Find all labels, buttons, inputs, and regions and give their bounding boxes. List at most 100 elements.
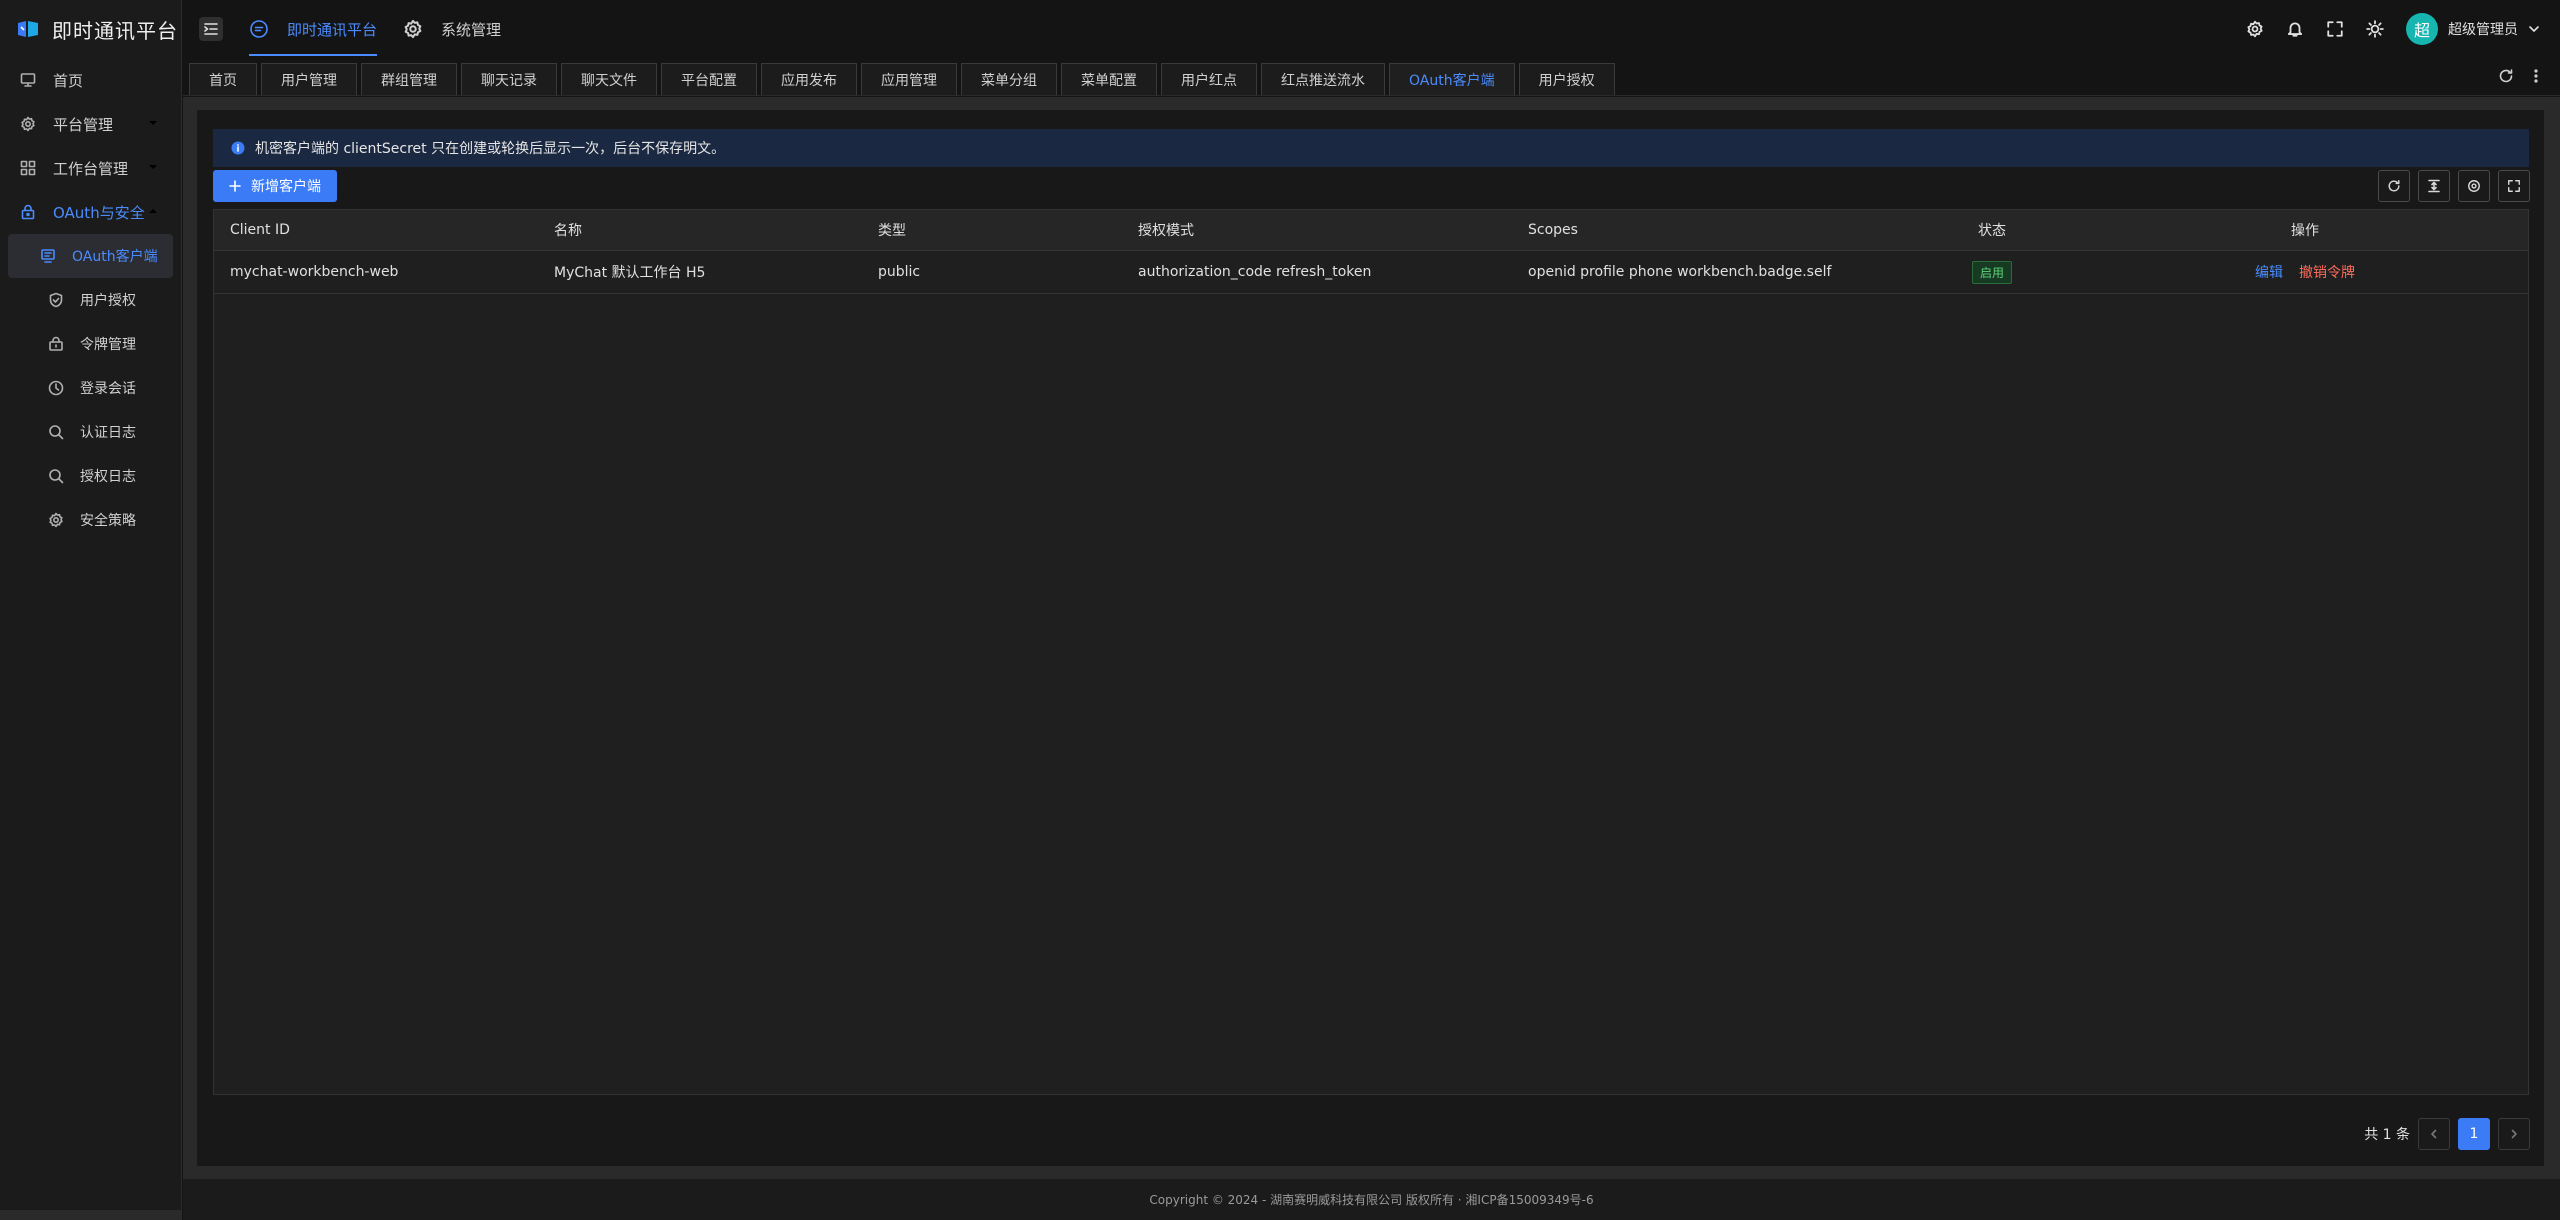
sidebar: 即时通讯平台 首页 平台管理 工作台管理 OAuth与安全 OAuth客户端 用…: [0, 0, 182, 1220]
density-button[interactable]: [2418, 170, 2450, 202]
user-name: 超级管理员: [2448, 22, 2518, 38]
tab-menu-group[interactable]: 菜单分组: [961, 63, 1057, 95]
page-button[interactable]: 1: [2458, 1118, 2490, 1150]
sidebar-item-label: 用户授权: [80, 293, 136, 309]
sidebar-item-grant-log[interactable]: 授权日志: [8, 454, 173, 498]
sidebar-item-token[interactable]: 令牌管理: [8, 322, 173, 366]
sidebar-item-user-authorization[interactable]: 用户授权: [8, 278, 173, 322]
cell-grant-types: authorization_code refresh_token: [1138, 264, 1372, 280]
info-icon: [231, 141, 245, 155]
search-icon: [48, 424, 64, 440]
edit-link[interactable]: 编辑: [2255, 262, 2283, 282]
tab-platform-config[interactable]: 平台配置: [661, 63, 757, 95]
column-height-icon: [2427, 179, 2441, 193]
monitor-icon: [20, 72, 36, 88]
sidebar-item-oauth-client[interactable]: OAuth客户端: [8, 234, 173, 278]
info-alert: 机密客户端的 clientSecret 只在创建或轮换后显示一次，后台不保存明文…: [213, 129, 2529, 167]
refresh-icon: [2387, 179, 2401, 193]
total-count: 共 1 条: [2364, 1127, 2410, 1143]
more-vertical-icon[interactable]: [2528, 68, 2544, 84]
fullscreen-button[interactable]: [2498, 170, 2530, 202]
top-tab-im-platform[interactable]: 即时通讯平台: [249, 0, 378, 58]
sidebar-item-label: 平台管理: [53, 115, 114, 134]
revoke-token-link[interactable]: 撤销令牌: [2299, 262, 2355, 282]
cell-type: public: [878, 264, 921, 280]
sidebar-item-label: 安全策略: [80, 513, 136, 529]
tab-user-authorization[interactable]: 用户授权: [1518, 63, 1615, 95]
tab-chat-files[interactable]: 聊天文件: [561, 63, 657, 95]
sidebar-item-label: OAuth客户端: [72, 249, 158, 265]
sidebar-item-workbench[interactable]: 工作台管理: [0, 146, 181, 190]
client-table: Client ID 名称 类型 授权模式 Scopes 状态 操作 mychat…: [213, 209, 2529, 1095]
plus-icon: [229, 180, 241, 192]
prev-page-button[interactable]: [2418, 1118, 2450, 1150]
column-settings-button[interactable]: [2458, 170, 2490, 202]
grid-icon: [20, 160, 36, 176]
tab-group-management[interactable]: 群组管理: [361, 63, 457, 95]
cell-actions: 编辑 撤销令牌: [2082, 262, 2528, 282]
sidebar-item-oauth-security[interactable]: OAuth与安全: [0, 190, 181, 234]
table-header: Client ID 名称 类型 授权模式 Scopes 状态 操作: [214, 210, 2528, 251]
column-header: 状态: [1978, 223, 2006, 239]
top-tab-system[interactable]: 系统管理: [403, 0, 501, 58]
status-badge: 启用: [1971, 260, 2012, 284]
shield-icon: [48, 292, 64, 308]
sidebar-item-label: OAuth与安全: [53, 203, 145, 222]
sidebar-item-label: 令牌管理: [80, 337, 136, 353]
fullscreen-icon: [2507, 179, 2521, 193]
refresh-icon[interactable]: [2498, 68, 2514, 84]
top-header: 即时通讯平台 系统管理 超 超级管理员: [183, 0, 2560, 58]
tabs-tools: [2498, 68, 2544, 84]
sidebar-item-security-policy[interactable]: 安全策略: [8, 498, 173, 542]
menu-fold-icon: [204, 22, 218, 36]
column-header: Client ID: [230, 222, 290, 238]
avatar: 超: [2406, 13, 2438, 45]
clock-icon: [48, 380, 64, 396]
chevron-down-icon: [2528, 23, 2540, 35]
client-icon: [40, 248, 56, 264]
settings-icon: [2467, 179, 2481, 193]
cell-scopes: openid profile phone workbench.badge.sel…: [1528, 264, 1832, 280]
sun-icon[interactable]: [2366, 20, 2384, 38]
add-client-button[interactable]: 新增客户端: [213, 170, 337, 202]
user-menu[interactable]: 超 超级管理员: [2406, 13, 2540, 45]
sidebar-item-login-session[interactable]: 登录会话: [8, 366, 173, 410]
settings-icon[interactable]: [2246, 20, 2264, 38]
pagination: 共 1 条 1: [2364, 1118, 2530, 1150]
tab-menu-config[interactable]: 菜单配置: [1061, 63, 1157, 95]
sidebar-item-label: 首页: [53, 71, 84, 90]
fullscreen-icon[interactable]: [2326, 20, 2344, 38]
bell-icon[interactable]: [2286, 20, 2304, 38]
tab-user-badge[interactable]: 用户红点: [1161, 63, 1257, 95]
chevron-up-icon: [147, 205, 159, 217]
tab-user-management[interactable]: 用户管理: [261, 63, 357, 95]
cell-status: 启用: [1902, 260, 2082, 284]
column-header: 授权模式: [1138, 223, 1194, 239]
tab-app-release[interactable]: 应用发布: [761, 63, 857, 95]
sidebar-scrollbar[interactable]: [0, 1210, 182, 1220]
logo-icon: [16, 19, 40, 39]
chat-icon: [249, 19, 269, 39]
column-header: Scopes: [1528, 222, 1578, 238]
column-header: 类型: [878, 223, 906, 239]
refresh-button[interactable]: [2378, 170, 2410, 202]
table-tools: [2378, 170, 2530, 202]
sidebar-item-platform[interactable]: 平台管理: [0, 102, 181, 146]
tab-app-management[interactable]: 应用管理: [861, 63, 957, 95]
search-icon: [48, 468, 64, 484]
tab-chat-records[interactable]: 聊天记录: [461, 63, 557, 95]
tab-oauth-client[interactable]: OAuth客户端: [1389, 63, 1515, 95]
top-tab-label: 即时通讯平台: [287, 20, 378, 39]
cell-name: MyChat 默认工作台 H5: [554, 265, 706, 281]
tab-home[interactable]: 首页: [189, 63, 257, 95]
tab-badge-push-log[interactable]: 红点推送流水: [1261, 63, 1385, 95]
app-logo[interactable]: 即时通讯平台: [0, 0, 181, 58]
sidebar-item-label: 授权日志: [80, 469, 136, 485]
chevron-right-icon: [2509, 1129, 2519, 1139]
menu-toggle-button[interactable]: [199, 17, 223, 41]
copyright-text: Copyright © 2024 - 湖南赛明威科技有限公司 版权所有 · 湘I…: [1149, 1193, 1594, 1207]
cell-client-id: mychat-workbench-web: [230, 264, 399, 280]
sidebar-item-home[interactable]: 首页: [0, 58, 181, 102]
sidebar-item-auth-log[interactable]: 认证日志: [8, 410, 173, 454]
next-page-button[interactable]: [2498, 1118, 2530, 1150]
